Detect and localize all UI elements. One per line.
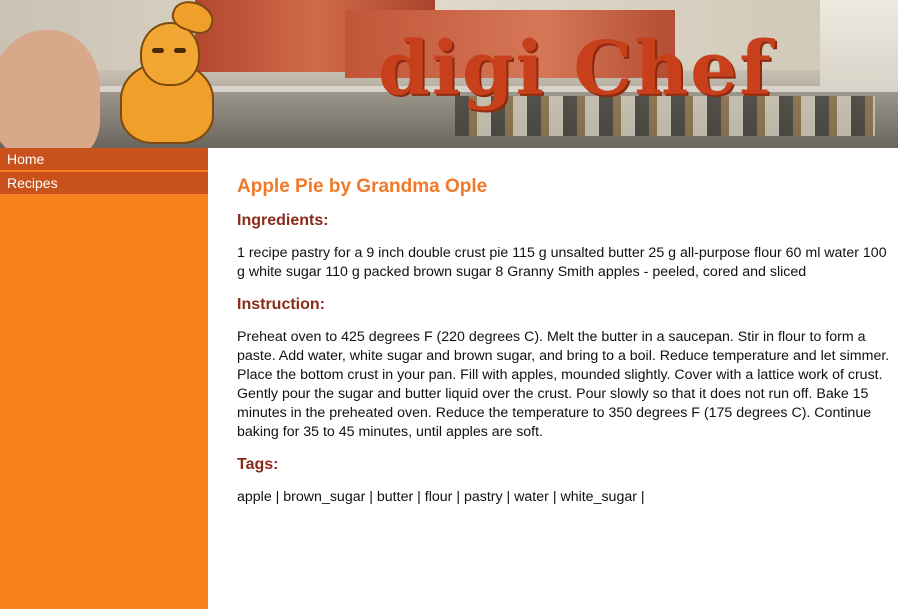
tag-separator: | [636, 489, 645, 505]
instruction-heading: Instruction: [237, 296, 325, 313]
header-banner: digi Chef [0, 0, 898, 148]
tag-separator: | [452, 489, 464, 505]
hand-illustration [0, 30, 100, 148]
tag-list: apple | brown_sugar | butter | flour | p… [237, 488, 892, 507]
tag-separator: | [548, 489, 561, 505]
tag-link[interactable]: brown_sugar [283, 489, 365, 505]
tag-link[interactable]: flour [425, 489, 453, 505]
tag-link[interactable]: water [514, 489, 549, 505]
site-logo[interactable]: digi Chef [378, 32, 773, 106]
tag-separator: | [502, 489, 515, 505]
tag-link[interactable]: pastry [464, 489, 503, 505]
tag-separator: | [365, 489, 377, 505]
ingredients-heading: Ingredients: [237, 212, 329, 229]
ingredients-text: 1 recipe pastry for a 9 inch double crus… [237, 245, 887, 280]
sidebar-item-home[interactable]: Home [0, 148, 208, 172]
sidebar-item-recipes[interactable]: Recipes [0, 172, 208, 196]
tag-separator: | [413, 489, 425, 505]
tags-heading: Tags: [237, 456, 279, 473]
recipe-content: Apple Pie by Grandma Ople Ingredients: 1… [237, 176, 892, 507]
tag-link[interactable]: white_sugar [560, 489, 637, 505]
tag-separator: | [271, 489, 284, 505]
tag-link[interactable]: apple [237, 489, 272, 505]
tag-link[interactable]: butter [377, 489, 413, 505]
page-title: Apple Pie by Grandma Ople [237, 176, 488, 197]
instruction-text: Preheat oven to 425 degrees F (220 degre… [237, 329, 890, 440]
sidebar: Home Recipes [0, 148, 208, 609]
